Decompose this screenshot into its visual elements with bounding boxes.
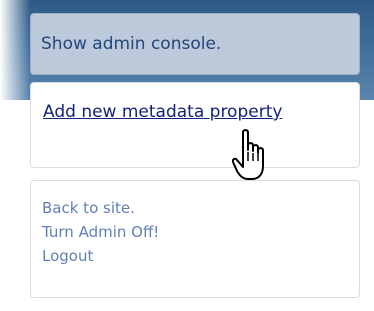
banner-fade xyxy=(0,0,30,100)
metadata-panel: Add new metadata property xyxy=(30,82,360,168)
site-links-panel: Back to site. Turn Admin Off! Logout xyxy=(30,180,360,298)
logout-link[interactable]: Logout xyxy=(42,244,359,268)
add-metadata-property-link[interactable]: Add new metadata property xyxy=(43,99,283,126)
back-to-site-link[interactable]: Back to site. xyxy=(42,196,359,220)
admin-console-panel: Show admin console. xyxy=(30,13,360,75)
show-admin-console-link[interactable]: Show admin console. xyxy=(41,34,221,54)
turn-admin-off-link[interactable]: Turn Admin Off! xyxy=(42,220,359,244)
